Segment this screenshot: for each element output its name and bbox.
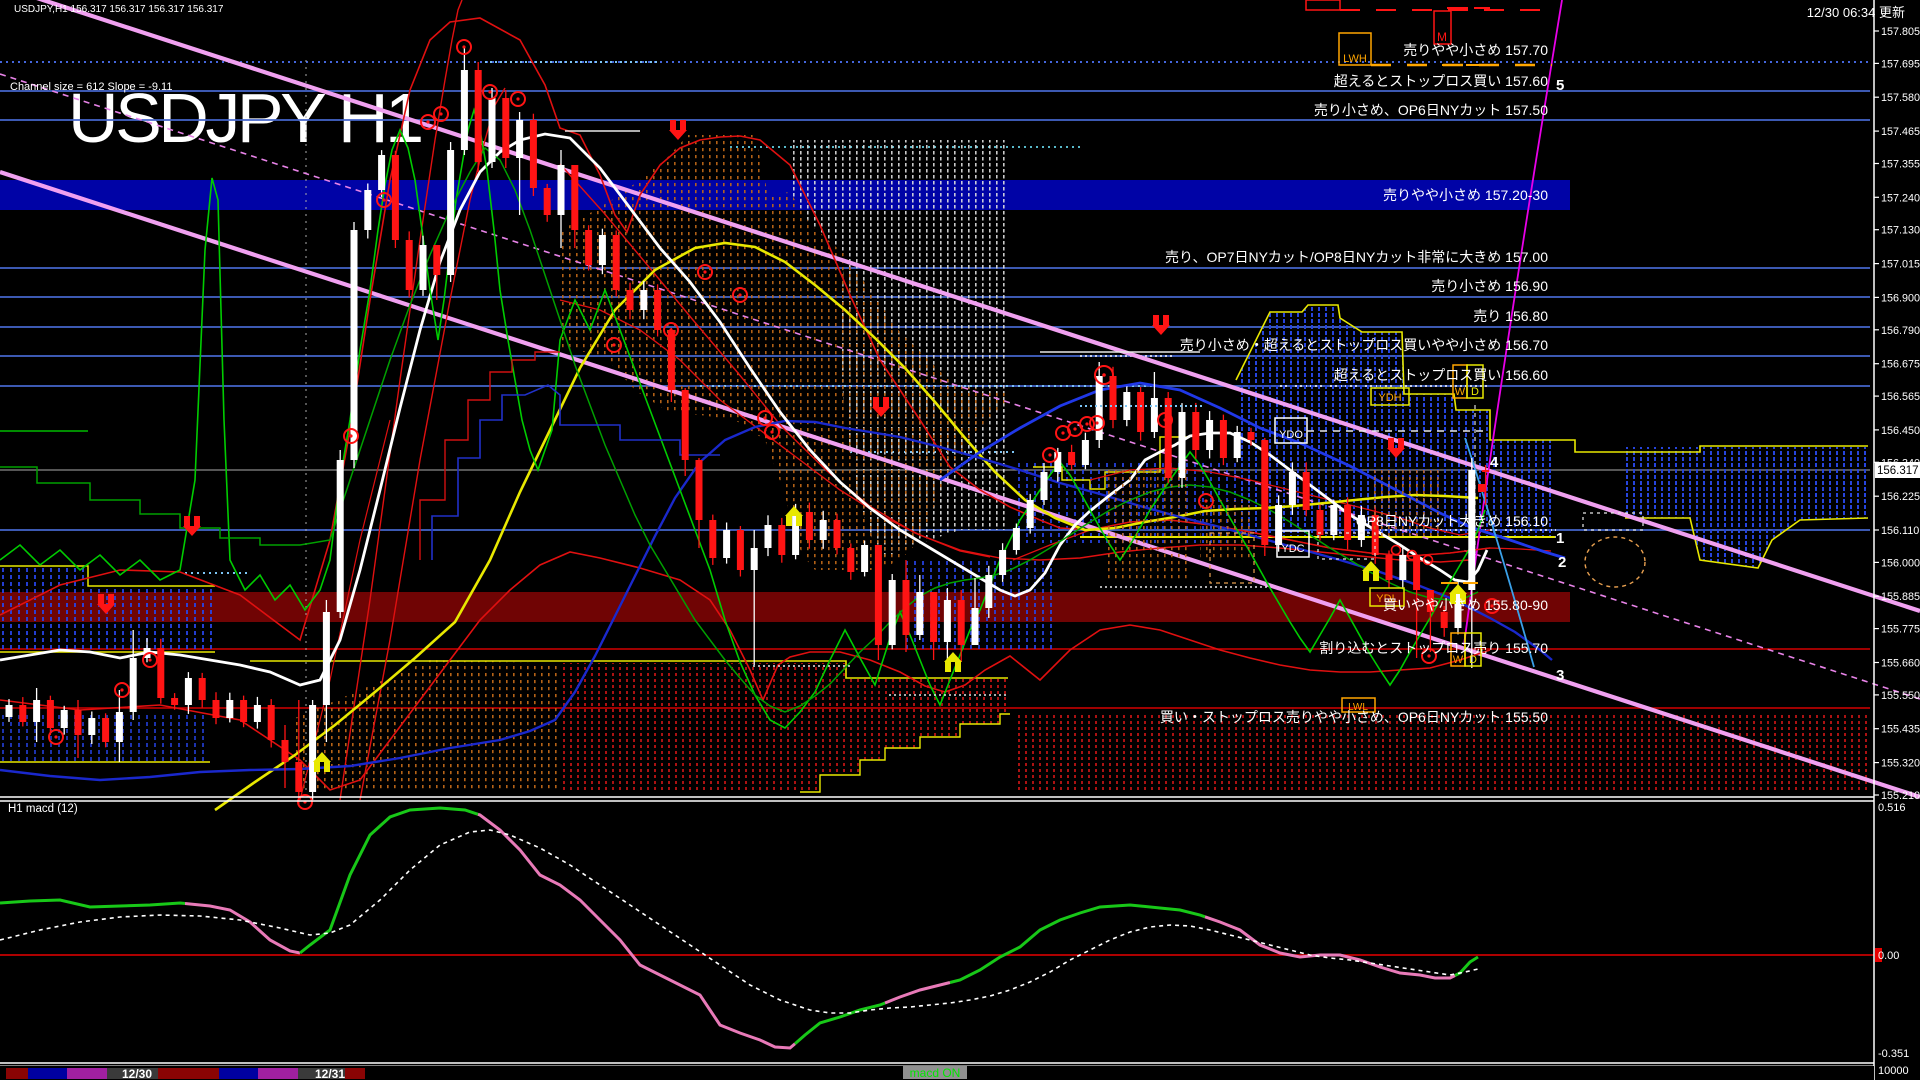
svg-text:156.790: 156.790 (1881, 325, 1920, 337)
svg-text:157.695: 157.695 (1881, 58, 1920, 70)
svg-text:W: W (1455, 386, 1466, 398)
svg-text:0.00: 0.00 (1878, 950, 1899, 962)
svg-text:157.355: 157.355 (1881, 159, 1920, 171)
svg-text:LWH: LWH (1343, 53, 1367, 65)
svg-text:買い・ストップロス売りやや小さめ、OP6日NYカット 155: 買い・ストップロス売りやや小さめ、OP6日NYカット 155.50 (1160, 709, 1548, 725)
svg-text:156.000: 156.000 (1881, 557, 1920, 569)
svg-text:-0.351: -0.351 (1878, 1048, 1909, 1060)
svg-text:OP8日NYカット大きめ 156.10: OP8日NYカット大きめ 156.10 (1356, 513, 1548, 529)
svg-text:155.435: 155.435 (1881, 724, 1920, 736)
svg-text:売り小さめ、OP6日NYカット 157.50: 売り小さめ、OP6日NYカット 157.50 (1314, 102, 1548, 118)
svg-text:155.885: 155.885 (1881, 591, 1920, 603)
svg-text:売り小さめ・超えるとストップロス買いやや小さめ 156.70: 売り小さめ・超えるとストップロス買いやや小さめ 156.70 (1180, 337, 1549, 353)
svg-text:155.550: 155.550 (1881, 690, 1920, 702)
svg-text:10000: 10000 (1878, 1065, 1909, 1077)
svg-text:157.465: 157.465 (1881, 126, 1920, 138)
svg-text:YDO: YDO (1279, 429, 1303, 441)
svg-text:156.450: 156.450 (1881, 425, 1920, 437)
svg-text:5: 5 (1556, 77, 1564, 94)
svg-text:157.015: 157.015 (1881, 259, 1920, 271)
svg-text:売り小さめ 156.90: 売り小さめ 156.90 (1431, 278, 1548, 294)
svg-text:売り 156.80: 売り 156.80 (1473, 308, 1548, 324)
svg-text:売りやや小さめ 157.70: 売りやや小さめ 157.70 (1403, 42, 1548, 58)
svg-text:0.516: 0.516 (1878, 802, 1906, 814)
svg-text:157.805: 157.805 (1881, 26, 1920, 38)
svg-text:H1 macd (12): H1 macd (12) (8, 803, 78, 815)
svg-text:156.317: 156.317 (1877, 465, 1919, 477)
svg-text:157.130: 157.130 (1881, 225, 1920, 237)
svg-text:2: 2 (1558, 554, 1566, 571)
svg-text:12/31: 12/31 (315, 1067, 345, 1080)
svg-text:155.320: 155.320 (1881, 758, 1920, 770)
svg-text:買いやや小さめ 155.80-90: 買いやや小さめ 155.80-90 (1383, 597, 1548, 613)
svg-text:割り込むとストップロス売り 155.70: 割り込むとストップロス売り 155.70 (1319, 640, 1548, 656)
svg-text:Channel size = 612 Slope = -9.: Channel size = 612 Slope = -9.11 (10, 81, 172, 93)
svg-text:157.580: 157.580 (1881, 92, 1920, 104)
svg-text:12/30: 12/30 (122, 1067, 152, 1080)
svg-text:売りやや小さめ 157.20-30: 売りやや小さめ 157.20-30 (1383, 187, 1548, 203)
svg-text:超えるとストップロス買い 156.60: 超えるとストップロス買い 156.60 (1334, 367, 1549, 383)
svg-text:3: 3 (1556, 667, 1564, 684)
svg-text:D: D (1471, 386, 1479, 398)
svg-text:156.110: 156.110 (1881, 525, 1919, 537)
svg-text:4: 4 (1490, 454, 1499, 471)
svg-text:157.240: 157.240 (1881, 192, 1920, 204)
svg-text:155.210: 155.210 (1881, 790, 1920, 802)
svg-text:macd ON: macd ON (910, 1066, 961, 1080)
svg-text:155.660: 155.660 (1881, 658, 1920, 670)
svg-text:156.900: 156.900 (1881, 292, 1920, 304)
svg-text:156.675: 156.675 (1881, 359, 1920, 371)
svg-text:USDJPY,H1 156.317 156.317 156: USDJPY,H1 156.317 156.317 156.317 156.31… (14, 4, 224, 15)
svg-text:155.775: 155.775 (1881, 624, 1920, 636)
svg-text:1: 1 (1556, 530, 1564, 547)
svg-text:12/30 06:34 更新: 12/30 06:34 更新 (1807, 5, 1905, 20)
svg-text:156.565: 156.565 (1881, 391, 1920, 403)
svg-text:156.225: 156.225 (1881, 491, 1920, 503)
svg-text:超えるとストップロス買い 157.60: 超えるとストップロス買い 157.60 (1334, 73, 1549, 89)
svg-text:YDC: YDC (1281, 543, 1304, 555)
svg-text:YDH: YDH (1378, 392, 1401, 404)
svg-text:売り、OP7日NYカット/OP8日NYカット非常に大きめ 1: 売り、OP7日NYカット/OP8日NYカット非常に大きめ 157.00 (1165, 249, 1548, 265)
